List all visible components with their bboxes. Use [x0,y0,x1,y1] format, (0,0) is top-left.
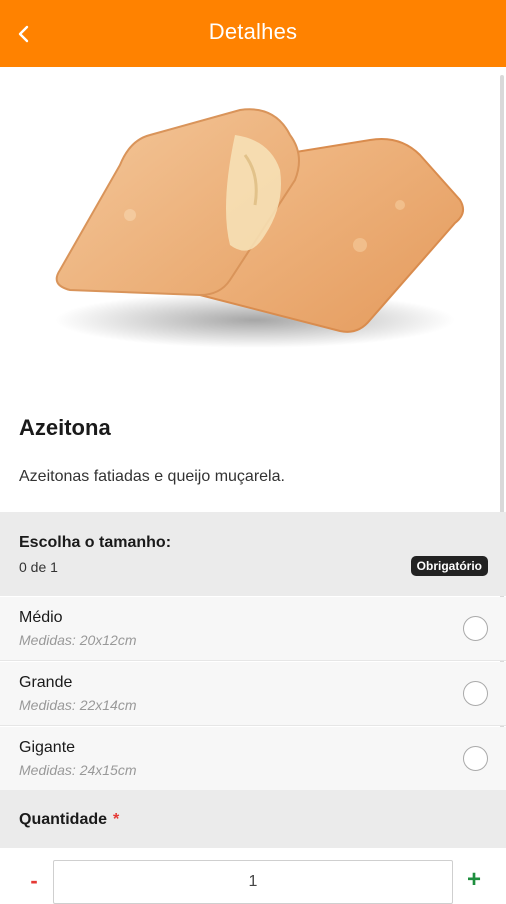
option-measure: Medidas: 20x12cm [19,632,137,648]
size-option-gigante[interactable]: Gigante Medidas: 24x15cm [0,727,506,791]
decrease-quantity-button[interactable]: - [22,868,46,893]
option-measure: Medidas: 24x15cm [19,762,137,778]
size-group-count: 0 de 1 [19,559,58,575]
option-measure: Medidas: 22x14cm [19,697,137,713]
product-image [55,108,465,348]
size-group-header: Escolha o tamanho: 0 de 1 Obrigatório [0,512,506,596]
size-group-title: Escolha o tamanho: [19,534,172,551]
quantity-label: Quantidade [19,811,108,828]
required-badge: Obrigatório [410,556,488,576]
option-name: Médio [19,609,63,626]
radio-button[interactable] [463,681,488,706]
option-name: Gigante [19,739,76,756]
option-name: Grande [19,674,73,691]
quantity-input[interactable] [53,860,453,904]
page-title: Detalhes [208,19,298,44]
quantity-title: Quantidade * [19,811,119,829]
size-option-medio[interactable]: Médio Medidas: 20x12cm [0,597,506,661]
app-header: Detalhes [0,0,506,67]
increase-quantity-button[interactable]: + [462,866,486,893]
product-description: Azeitonas fatiadas e queijo muçarela. [19,468,285,485]
size-option-grande[interactable]: Grande Medidas: 22x14cm [0,662,506,726]
radio-button[interactable] [463,616,488,641]
quantity-header: Quantidade * [0,790,506,848]
radio-button[interactable] [463,746,488,771]
product-name: Azeitona [19,415,111,440]
required-mark: * [113,811,120,828]
